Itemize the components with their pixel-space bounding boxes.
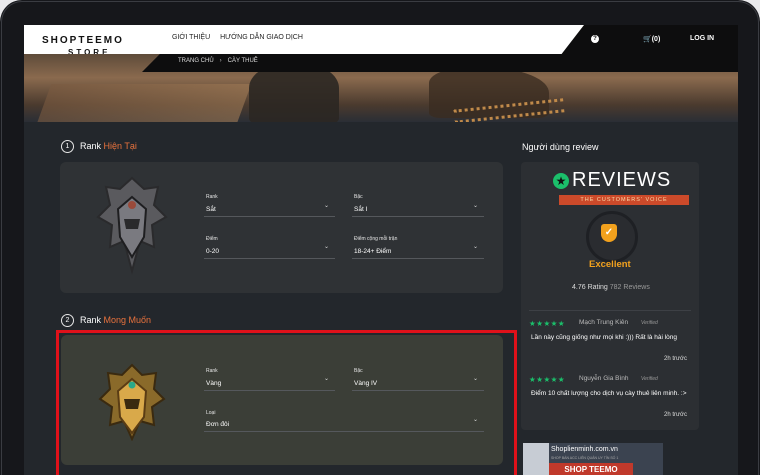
- rank-select[interactable]: Sắt: [206, 206, 216, 213]
- field2-label: Bậc: [354, 194, 363, 200]
- review-count: 782 Reviews: [609, 284, 650, 291]
- chevron-down-icon: ⌄: [473, 244, 479, 250]
- chevron-down-icon: ⌄: [324, 244, 330, 250]
- points-per-match-underline: [352, 258, 484, 259]
- chevron-down-icon: ⌄: [324, 203, 330, 209]
- logo-text-top[interactable]: SHOPTEEMO: [42, 35, 124, 46]
- help-icon[interactable]: ?: [591, 35, 599, 43]
- star-icon: ★: [553, 173, 569, 189]
- cart-count: (0): [651, 36, 661, 43]
- laptop-bezel: SHOPTEEMO STORE GIỚI THIỆU HƯỚNG DẪN GIA…: [0, 0, 760, 475]
- reviews-brand[interactable]: REVIEWS: [572, 169, 671, 192]
- points-select-underline: [204, 258, 335, 259]
- field7-label: Loại: [206, 410, 216, 416]
- section1-number: 1: [61, 140, 74, 153]
- ad-tagline: SHOP BÁN ACC LIÊN QUÂN UY TÍN SỐ 1: [551, 456, 619, 460]
- section2-title-accent: Mong Muốn: [103, 315, 152, 325]
- browser-viewport: SHOPTEEMO STORE GIỚI THIỆU HƯỚNG DẪN GIA…: [24, 25, 738, 475]
- ad-thumbnail: [523, 443, 549, 475]
- target-rank-underline: [204, 390, 335, 391]
- breadcrumb-current: CÀY THUÊ: [227, 58, 258, 64]
- points-per-match-select[interactable]: 18-24+ Điểm: [354, 248, 391, 255]
- banner-art-figure-left: [249, 64, 339, 122]
- ad-banner[interactable]: Shoplienminh.com.vn SHOP BÁN ACC LIÊN QU…: [523, 443, 663, 475]
- queue-type-underline: [204, 431, 484, 432]
- field3-label: Điểm: [206, 236, 218, 242]
- chevron-down-icon: ⌄: [473, 203, 479, 209]
- banner-art-ground: [36, 84, 252, 122]
- field4-label: Điểm cộng mỗi trận: [354, 236, 398, 242]
- review-stars: ★★★★★: [529, 375, 566, 384]
- target-tier-underline: [352, 390, 484, 391]
- section1-title: Rank Hiện Tại: [80, 141, 137, 151]
- breadcrumb: TRANG CHỦ › CÀY THUÊ: [178, 58, 258, 64]
- rating-summary: 4.76 Rating 782 Reviews: [572, 284, 650, 291]
- field5-label: Rank: [206, 368, 218, 374]
- chevron-down-icon: ⌄: [473, 376, 479, 382]
- login-link[interactable]: LOG IN: [690, 35, 714, 42]
- verified-tag: Verified: [641, 376, 658, 382]
- breadcrumb-home[interactable]: TRANG CHỦ: [178, 58, 214, 64]
- section1-title-accent: Hiện Tại: [103, 141, 137, 151]
- field6-label: Bậc: [354, 368, 363, 374]
- chevron-down-icon: ⌄: [324, 376, 330, 382]
- section2-title-prefix: Rank: [80, 315, 102, 325]
- shield-check-icon: ✓: [601, 224, 617, 242]
- main-nav: GIỚI THIỆU HƯỚNG DẪN GIAO DỊCH: [172, 34, 311, 41]
- review-text: Lần này cũng giống như mọi khi :))) Rất …: [531, 334, 677, 341]
- nav-item-huong-dan[interactable]: HƯỚNG DẪN GIAO DỊCH: [220, 34, 303, 41]
- target-tier-select[interactable]: Vàng IV: [354, 380, 377, 387]
- verified-tag: Verified: [641, 320, 658, 326]
- chevron-down-icon: ⌄: [473, 417, 479, 423]
- reviewer-name: Mạch Trung Kiên: [579, 319, 629, 326]
- queue-type-select[interactable]: Đơn đôi: [206, 421, 229, 428]
- breadcrumb-chevron-icon: ›: [219, 58, 222, 64]
- reviewer-name: Nguyễn Gia Bình: [579, 375, 629, 382]
- verdict-label: Excellent: [589, 259, 631, 270]
- review-text: Điểm 10 chất lượng cho dịch vụ cày thuê …: [531, 390, 687, 397]
- cart-button[interactable]: 🛒(0): [643, 35, 660, 43]
- points-select[interactable]: 0-20: [206, 248, 219, 255]
- review-stars: ★★★★★: [529, 319, 566, 328]
- rating-text: 4.76 Rating: [572, 284, 608, 291]
- reviews-panel-title: Người dùng review: [522, 142, 599, 152]
- tier-select-underline: [352, 216, 484, 217]
- review-time: 2h trước: [664, 356, 687, 362]
- section1-title-prefix: Rank: [80, 141, 102, 151]
- reviews-ribbon: THE CUSTOMERS' VOICE: [559, 195, 689, 205]
- tier-select[interactable]: Sắt I: [354, 206, 367, 213]
- review-time: 2h trước: [664, 412, 687, 418]
- section2-number: 2: [61, 314, 74, 327]
- section2-title: Rank Mong Muốn: [80, 315, 151, 325]
- field1-label: Rank: [206, 194, 218, 200]
- target-rank-select[interactable]: Vàng: [206, 380, 221, 387]
- ad-banner-text: SHOP TEEMO: [549, 463, 633, 475]
- iron-rank-emblem: [96, 176, 168, 275]
- rank-select-underline: [204, 216, 335, 217]
- nav-item-gioi-thieu[interactable]: GIỚI THIỆU: [172, 34, 210, 41]
- site-header: SHOPTEEMO STORE GIỚI THIỆU HƯỚNG DẪN GIA…: [24, 25, 738, 57]
- reviews-divider: [529, 310, 691, 311]
- cart-icon: 🛒: [643, 36, 652, 43]
- ad-site: Shoplienminh.com.vn: [551, 446, 618, 453]
- gold-rank-emblem: [98, 363, 166, 441]
